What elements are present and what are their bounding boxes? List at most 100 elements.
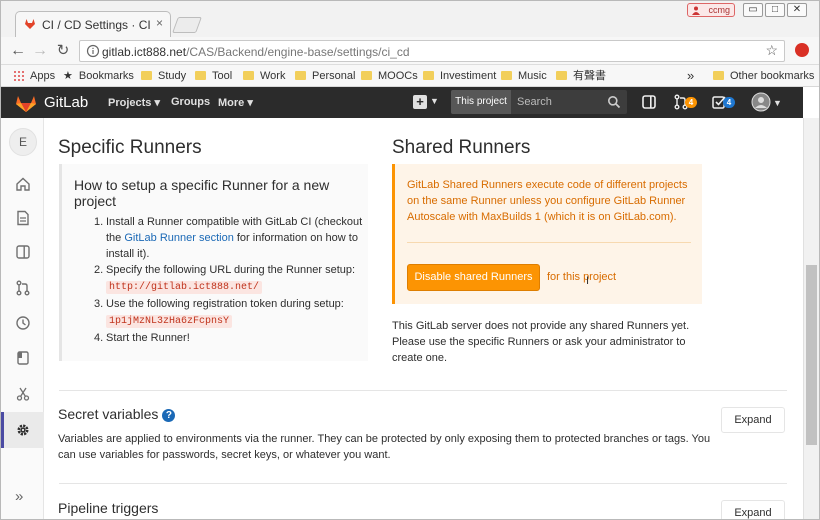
bookmark-label: Tool [212,70,233,82]
secret-variables-description: Variables are applied to environments vi… [58,433,711,461]
bookmark-item-tool[interactable]: Tool [195,68,232,84]
new-plus-icon[interactable]: + [413,95,427,109]
settings-gear-icon[interactable] [15,422,31,438]
chevron-down-icon[interactable]: ▼ [773,98,782,108]
sidebar-toggle-icon[interactable] [641,94,657,110]
reload-icon[interactable]: ↻ [52,40,74,62]
secret-variables-label: Secret variables [58,406,159,422]
folder-icon [195,71,206,80]
url-host: gitlab.ict888.net [102,45,187,59]
merge-request-count-badge: 4 [685,97,697,108]
folder-icon [361,71,372,80]
project-avatar[interactable]: E [9,128,37,156]
bookmark-item-music[interactable]: Music [501,68,547,84]
bookmark-label: 有聲書 [573,70,606,82]
list-item: 2. Specify the following URL during the R… [94,264,356,294]
bookmark-item-work[interactable]: Work [243,68,285,84]
search-icon [608,96,621,109]
project-sidebar: E » [1,118,44,519]
page-scrollbar[interactable] [803,118,819,519]
apps-label: Apps [30,70,56,82]
no-shared-runners-note: This GitLab server does not provide any … [392,320,690,364]
step4-text: Start the Runner! [106,332,190,344]
url-text: gitlab.ict888.net/CAS/Backend/engine-bas… [102,45,410,59]
bookmark-item-other[interactable]: Other bookmarks [713,68,814,84]
bookmark-item-personal[interactable]: Personal [295,68,355,84]
browser-toolbar: ← → ↻ gitlab.ict888.net/CAS/Backend/engi… [1,37,819,65]
gitlab-logo-icon[interactable] [15,93,37,113]
folder-icon [501,71,512,80]
snippets-scissors-icon[interactable] [15,386,31,402]
bookmark-label: Work [260,70,286,82]
search-input[interactable]: Search [517,96,552,108]
apps-shortcut[interactable]: Apps [13,68,55,84]
help-question-icon[interactable]: ? [162,409,176,422]
tab-close-icon[interactable]: × [156,16,163,30]
folder-icon [423,71,434,80]
repository-doc-icon[interactable] [15,210,31,226]
extension-icon[interactable] [795,43,809,57]
section-divider [59,483,787,484]
wiki-book-icon[interactable] [15,350,31,366]
groups-link[interactable]: Groups [171,96,210,108]
main-content: Specific Runners Shared Runners How to s… [45,118,803,519]
shared-runners-text: GitLab Shared Runners execute code of di… [407,179,688,223]
secret-variables-title: Secret variables? [58,406,176,422]
projects-menu[interactable]: Projects ▾ [108,96,160,109]
minimize-button[interactable]: ▭ [743,3,763,17]
pipeline-triggers-title: Pipeline triggers [58,500,159,516]
pipeline-triggers-expand-button[interactable]: Expand [721,500,785,519]
close-window-button[interactable]: ✕ [787,3,807,17]
browser-tab[interactable]: CI / CD Settings · CI / CD × [15,11,171,37]
new-tab-button[interactable] [172,17,202,33]
info-icon [86,44,100,58]
secret-variables-expand-button[interactable]: Expand [721,407,785,433]
shared-runners-title: Shared Runners [392,137,531,158]
bookmark-star-icon[interactable]: ☆ [765,42,778,59]
shared-runners-panel: GitLab Shared Runners execute code of di… [392,164,702,304]
bookmark-item-audiobooks[interactable]: 有聲書 [556,68,606,84]
bookmark-item-moocs[interactable]: MOOCs [361,68,418,84]
folder-icon [295,71,306,80]
address-bar[interactable]: gitlab.ict888.net/CAS/Backend/engine-bas… [79,40,785,62]
gitlab-favicon-icon [25,19,35,29]
search-scope[interactable]: This project [451,90,511,114]
home-icon[interactable] [15,176,31,192]
search-box[interactable]: This project Search [451,90,627,114]
back-arrow-icon[interactable]: ← [7,40,29,62]
merge-request-icon[interactable] [15,280,31,296]
profile-badge[interactable]: ccmg [687,3,735,17]
bookmarks-bar: Apps ★ Bookmarks Study Tool Work Personal… [1,65,819,87]
bookmark-item-investiment[interactable]: Investiment [423,68,496,84]
url-path: /CAS/Backend/engine-base/settings/ci_cd [186,45,410,59]
gitlab-brand[interactable]: GitLab [44,94,88,111]
setup-steps-list: 1. Install a Runner compatible with GitLa… [94,214,366,346]
pipelines-clock-icon[interactable] [15,315,31,331]
scrollbar-thumb[interactable] [806,265,817,445]
chevron-down-icon[interactable]: ▼ [430,96,439,106]
collapse-sidebar-icon[interactable]: » [15,488,23,505]
gitlab-navbar: GitLab Projects ▾ Groups More ▾ + ▼ This… [1,87,803,118]
user-avatar[interactable] [751,92,771,112]
folder-icon [556,71,567,80]
step3-text: Use the following registration token dur… [106,298,344,310]
profile-name: ccmg [708,5,730,15]
text-cursor-icon: I [586,275,590,287]
runner-section-link[interactable]: GitLab Runner section [124,232,233,244]
bookmark-label: Music [518,70,547,82]
maximize-button[interactable]: □ [765,3,785,17]
section-divider [59,390,787,391]
bookmark-item-study[interactable]: Study [141,68,186,84]
list-item: 4. Start the Runner! [94,332,190,344]
tab-title: CI / CD Settings · CI / CD [42,18,150,32]
more-menu[interactable]: More ▾ [218,96,253,109]
bookmark-label: Bookmarks [78,70,134,82]
bookmarks-overflow-chevron[interactable]: » [687,68,694,84]
apps-grid-icon [13,70,24,81]
issues-board-icon[interactable] [15,244,31,260]
bookmark-item-bookmarks[interactable]: ★ Bookmarks [63,68,134,84]
bookmark-label: Personal [312,70,356,82]
howto-title: How to setup a specific Runner for a new… [74,177,330,209]
forward-arrow-icon[interactable]: → [29,40,51,62]
disable-shared-runners-button[interactable]: Disable shared Runners [407,264,540,291]
